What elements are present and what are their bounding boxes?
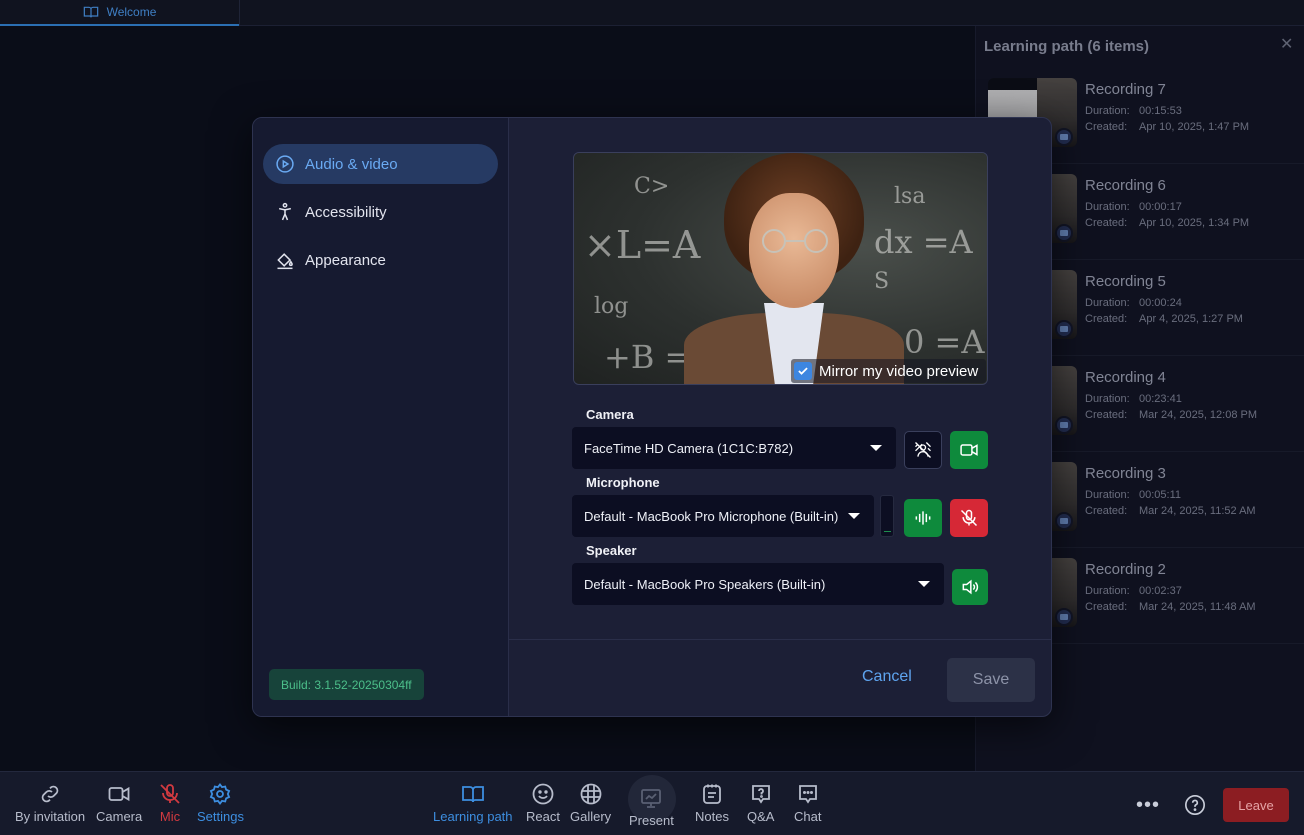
checkbox-checked-icon [794, 362, 812, 380]
camera-select[interactable]: FaceTime HD Camera (1C1C:B782) [572, 427, 896, 469]
top-tab-bar: Welcome [0, 0, 1304, 26]
microphone-select[interactable]: Default - MacBook Pro Microphone (Built-… [572, 495, 874, 537]
mic-toggle-button[interactable] [950, 499, 988, 537]
help-icon[interactable] [1184, 794, 1206, 816]
book-icon [83, 6, 98, 18]
svg-text:lsa: lsa [894, 184, 925, 209]
gallery-button[interactable]: Gallery [570, 782, 611, 832]
paint-bucket-icon [277, 253, 293, 270]
settings-button[interactable]: Settings [197, 782, 244, 832]
mic-level-meter [880, 495, 894, 537]
settings-label: Settings [197, 809, 244, 824]
svg-text:×L=A: ×L=A [584, 223, 701, 267]
caret-down-icon [848, 513, 860, 519]
svg-text:log: log [594, 294, 628, 319]
link-icon [41, 785, 59, 803]
svg-text:S: S [874, 269, 889, 294]
mirror-preview-label: Mirror my video preview [819, 362, 979, 380]
svg-text:C>: C> [634, 174, 669, 199]
cancel-button[interactable]: Cancel [862, 668, 912, 686]
smiley-icon [532, 783, 554, 805]
nav-accessibility[interactable]: Accessibility [263, 192, 498, 232]
camera-button[interactable]: Camera [96, 782, 142, 832]
learning-path-label: Learning path [433, 809, 513, 824]
leave-button[interactable]: Leave [1223, 788, 1289, 822]
tab-welcome-label: Welcome [106, 5, 157, 19]
mic-label: Mic [159, 809, 181, 824]
chat-button[interactable]: Chat [794, 782, 821, 832]
camera-label: Camera [586, 407, 634, 422]
camera-label: Camera [96, 809, 143, 824]
audio-video-settings: ×L=A log +B =A C> lsa dx =A S 0 =A Mirro… [509, 118, 1051, 638]
more-icon[interactable]: ••• [1136, 794, 1160, 817]
notes-button[interactable]: Notes [695, 782, 729, 832]
by-invitation-label: By invitation [15, 809, 86, 824]
gallery-label: Gallery [570, 809, 612, 824]
chat-bubble-icon [798, 785, 817, 804]
dialog-footer: Cancel Save [509, 639, 1051, 716]
chat-label: Chat [794, 809, 822, 824]
play-circle-icon [276, 155, 294, 173]
glasses-shape [762, 229, 828, 253]
present-label: Present [629, 813, 674, 828]
speaker-label: Speaker [586, 543, 637, 558]
qa-label: Q&A [747, 809, 775, 824]
speaker-select-value: Default - MacBook Pro Speakers (Built-in… [584, 576, 826, 592]
mic-button[interactable]: Mic [158, 782, 182, 832]
nav-accessibility-label: Accessibility [305, 203, 387, 221]
caret-down-icon [918, 581, 930, 587]
speaker-select[interactable]: Default - MacBook Pro Speakers (Built-in… [572, 563, 944, 605]
video-camera-icon [108, 786, 130, 802]
grid-icon [580, 783, 601, 805]
presentation-icon [641, 789, 662, 808]
nav-appearance-label: Appearance [305, 251, 386, 269]
video-camera-icon [960, 444, 978, 456]
nav-appearance[interactable]: Appearance [263, 240, 498, 280]
gear-icon [210, 783, 231, 805]
qa-button[interactable]: Q&A [747, 782, 774, 832]
tab-divider [239, 0, 240, 26]
mirror-preview-checkbox[interactable]: Mirror my video preview [791, 359, 987, 383]
camera-select-value: FaceTime HD Camera (1C1C:B782) [584, 440, 794, 456]
background-blur-icon [915, 442, 931, 458]
bottom-toolbar: By invitation Camera Mic Settings Learni… [0, 771, 1304, 835]
nav-audio-video-label: Audio & video [305, 155, 398, 173]
notes-icon [703, 784, 721, 804]
camera-toggle-button[interactable] [950, 431, 988, 469]
settings-nav: Audio & video Accessibility Appearance B… [253, 118, 509, 716]
notes-label: Notes [695, 809, 729, 824]
build-badge: Build: 3.1.52-20250304ff [269, 669, 424, 700]
mic-off-icon [160, 784, 180, 804]
background-effects-button[interactable] [904, 431, 942, 469]
mic-off-icon [960, 509, 978, 527]
learning-path-button[interactable]: Learning path [433, 782, 513, 832]
question-bubble-icon [751, 785, 770, 804]
microphone-select-value: Default - MacBook Pro Microphone (Built-… [584, 508, 839, 524]
video-preview: ×L=A log +B =A C> lsa dx =A S 0 =A Mirro… [573, 152, 988, 385]
accessibility-icon [279, 202, 291, 221]
speaker-icon [962, 579, 979, 595]
caret-down-icon [870, 445, 882, 451]
speaker-test-button[interactable] [952, 569, 988, 605]
audio-waveform-icon [915, 511, 931, 525]
mic-test-button[interactable] [904, 499, 942, 537]
svg-text:dx =A: dx =A [874, 223, 974, 261]
save-button[interactable]: Save [947, 658, 1035, 702]
by-invitation-button[interactable]: By invitation [15, 782, 85, 832]
book-icon [461, 786, 484, 803]
react-button[interactable]: React [526, 782, 560, 832]
svg-text:0 =A: 0 =A [904, 323, 985, 361]
nav-audio-video[interactable]: Audio & video [263, 144, 498, 184]
settings-dialog: Audio & video Accessibility Appearance B… [252, 117, 1052, 717]
present-button[interactable]: Present [629, 786, 674, 835]
tab-welcome[interactable]: Welcome [0, 0, 239, 26]
react-label: React [526, 809, 560, 824]
microphone-label: Microphone [586, 475, 660, 490]
